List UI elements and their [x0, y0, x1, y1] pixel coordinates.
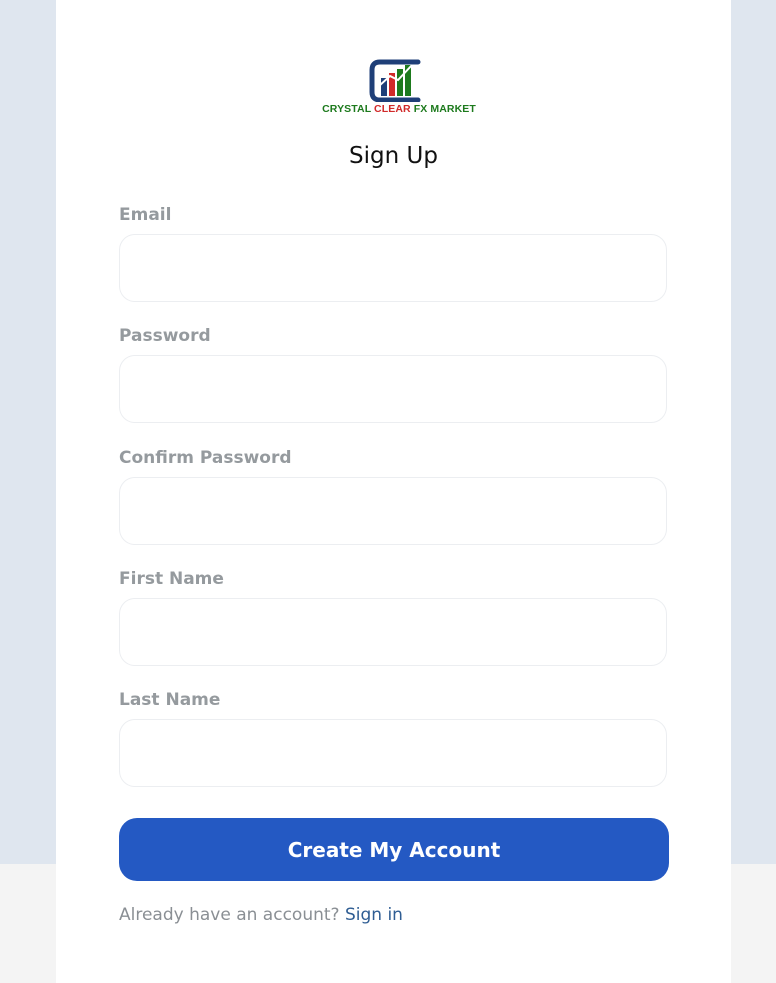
brand-name-part2: CLEAR — [374, 103, 411, 115]
last-name-label: Last Name — [119, 690, 221, 710]
signin-prompt: Already have an account? Sign in — [119, 905, 403, 925]
confirm-password-label: Confirm Password — [119, 448, 292, 468]
logo-chart-icon — [369, 59, 421, 102]
create-account-button[interactable]: Create My Account — [119, 818, 669, 881]
password-label: Password — [119, 326, 211, 346]
page-title: Sign Up — [349, 143, 438, 169]
email-label: Email — [119, 205, 172, 225]
page: CRYSTAL CLEAR FX MARKET Sign Up Email Pa… — [0, 0, 776, 983]
signup-card: CRYSTAL CLEAR FX MARKET Sign Up Email Pa… — [56, 0, 731, 983]
confirm-password-field[interactable] — [119, 477, 667, 545]
signin-link[interactable]: Sign in — [345, 905, 403, 925]
first-name-field[interactable] — [119, 598, 667, 666]
first-name-label: First Name — [119, 569, 224, 589]
password-field[interactable] — [119, 355, 667, 423]
brand-name-part3: FX MARKET — [410, 103, 476, 115]
signin-prompt-text: Already have an account? — [119, 905, 345, 925]
last-name-field[interactable] — [119, 719, 667, 787]
brand-logo: CRYSTAL CLEAR FX MARKET — [314, 56, 484, 118]
brand-name: CRYSTAL CLEAR FX MARKET — [314, 103, 484, 115]
brand-name-part1: CRYSTAL — [322, 103, 375, 115]
email-field[interactable] — [119, 234, 667, 302]
